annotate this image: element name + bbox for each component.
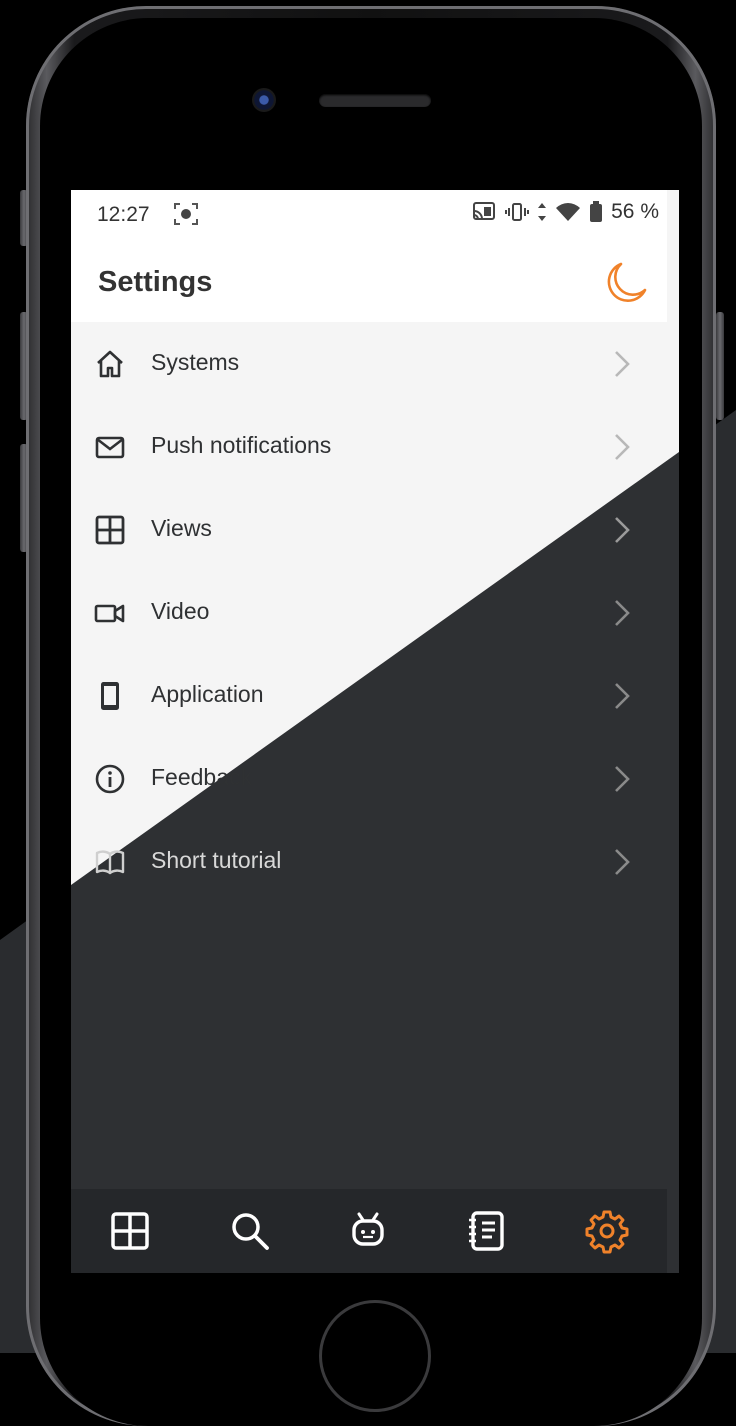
chevron-right-icon (615, 517, 630, 543)
bottom-navigation (71, 1189, 667, 1273)
menu-item-label: Feedback (151, 764, 253, 790)
grid-icon (95, 515, 125, 545)
chevron-right-icon (615, 351, 630, 377)
vibrate-icon (505, 203, 530, 221)
search-icon[interactable] (226, 1207, 274, 1255)
home-button[interactable] (319, 1300, 431, 1412)
menu-item-label: Video (151, 598, 210, 624)
chevron-right-icon (615, 683, 630, 709)
gear-icon[interactable] (583, 1207, 631, 1255)
status-bar: 12:27 56 % (71, 190, 667, 240)
cast-icon (473, 202, 496, 220)
info-icon (95, 764, 125, 794)
menu-item-application[interactable]: Application (71, 654, 679, 737)
app-screen: 12:27 56 % Settings Systems Push notific… (71, 190, 679, 1273)
phone-device-icon (101, 682, 119, 710)
menu-item-label: Views (151, 515, 212, 541)
home-icon (97, 350, 123, 378)
menu-item-label: Application (151, 681, 264, 707)
book-icon (95, 850, 125, 875)
earpiece-speaker (319, 94, 431, 107)
chevron-right-icon (615, 849, 630, 875)
battery-icon (590, 201, 603, 222)
chevron-right-icon (615, 766, 630, 792)
menu-item-label: Systems (151, 349, 240, 375)
wifi-icon (556, 203, 581, 221)
menu-item-label: Push notifications (151, 432, 332, 458)
menu-item-push-notifications[interactable]: Push notifications (71, 405, 679, 488)
status-time: 12:27 (97, 203, 150, 226)
envelope-icon (95, 436, 125, 459)
page-title: Settings (98, 266, 213, 298)
battery-percentage: 56 % (611, 200, 659, 223)
app-header: Settings (71, 240, 667, 322)
chevron-right-icon (615, 600, 630, 626)
data-arrows-icon (538, 203, 547, 221)
settings-menu: Systems Push notifications Views Video A… (71, 322, 679, 903)
menu-item-label: Short tutorial (151, 847, 282, 873)
power-button (716, 312, 724, 420)
chevron-right-icon (615, 434, 630, 460)
notebook-icon[interactable] (463, 1207, 511, 1255)
menu-item-short-tutorial[interactable]: Short tutorial (71, 820, 679, 903)
grid-icon[interactable] (107, 1207, 155, 1255)
screen-record-icon (174, 203, 198, 225)
menu-item-views[interactable]: Views (71, 488, 679, 571)
menu-item-video[interactable]: Video (71, 571, 679, 654)
front-camera (252, 88, 276, 112)
status-icons: 56 % (471, 200, 659, 224)
menu-item-systems[interactable]: Systems (71, 322, 679, 405)
video-camera-icon (94, 604, 125, 623)
moon-icon[interactable] (601, 258, 651, 308)
menu-item-feedback[interactable]: Feedback (71, 737, 679, 820)
robot-icon[interactable] (345, 1207, 393, 1255)
